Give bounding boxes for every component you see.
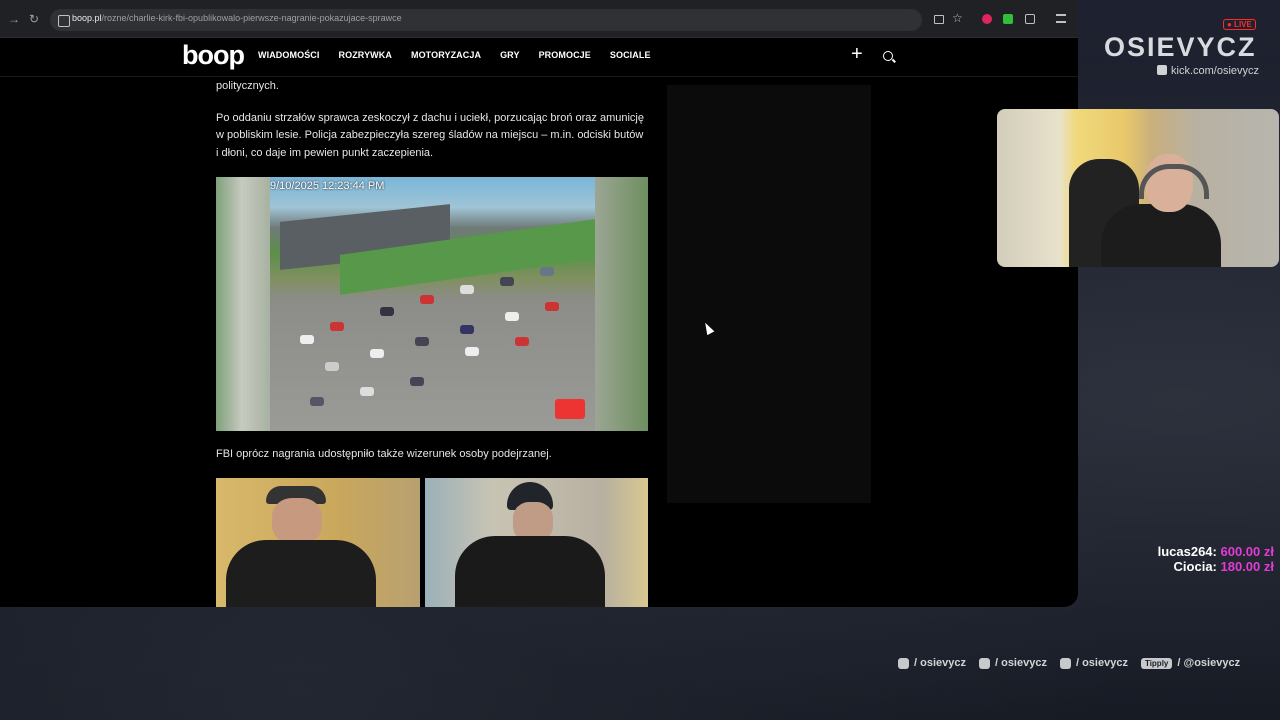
tipply-icon: Tipply	[1140, 657, 1173, 669]
main-menu: WIADOMOŚCI ROZRYWKA MOTORYZACJA GRY PROM…	[258, 50, 651, 60]
cctv-timestamp: 9/10/2025 12:23:44 PM	[270, 180, 385, 192]
car-shape	[460, 285, 474, 294]
kick-handle: kick.com/osievycz	[1157, 65, 1259, 77]
plus-icon[interactable]: +	[851, 43, 863, 66]
menu-item-promocje[interactable]: PROMOCJE	[539, 50, 591, 60]
car-shape	[505, 312, 519, 321]
car-shape	[380, 307, 394, 316]
car-shape	[465, 347, 479, 356]
face-shape	[272, 498, 322, 544]
install-app-icon[interactable]	[934, 15, 944, 24]
car-shape	[515, 337, 529, 346]
donation-entry: Ciocia: 180.00 zł	[1173, 559, 1274, 574]
menu-item-motoryzacja[interactable]: MOTORYZACJA	[411, 50, 481, 60]
menu-item-rozrywka[interactable]: ROZRYWKA	[339, 50, 392, 60]
social-instagram: / osievycz	[898, 657, 966, 669]
url-text[interactable]: boop.pl/rozne/charlie-kirk-fbi-opublikow…	[72, 13, 402, 23]
suspect-photo-left[interactable]	[216, 478, 420, 607]
webcam-feed	[997, 109, 1279, 267]
boop-logo[interactable]: boop	[182, 40, 245, 71]
browser-window: → ↻ boop.pl/rozne/charlie-kirk-fbi-opubl…	[0, 0, 1078, 607]
car-shape	[545, 302, 559, 311]
car-shape	[310, 397, 324, 406]
menu-item-sociale[interactable]: SOCIALE	[610, 50, 651, 60]
car-shape	[420, 295, 434, 304]
paragraph-suspect: FBI oprócz nagrania udostępniło także wi…	[216, 448, 552, 460]
instagram-icon	[898, 657, 909, 669]
streamer-brand: OSIEVYCZ	[1104, 32, 1257, 62]
extensions-puzzle-icon[interactable]	[1025, 14, 1035, 24]
sidebar-ad-slot	[667, 85, 871, 503]
car-shape	[460, 325, 474, 334]
article-body: politycznych. Po oddaniu strzałów sprawc…	[216, 76, 648, 162]
site-header: boop WIADOMOŚCI ROZRYWKA MOTORYZACJA GRY…	[0, 38, 1078, 77]
pickup-truck-shape	[555, 399, 585, 419]
menu-item-gry[interactable]: GRY	[500, 50, 519, 60]
youtube-icon	[1059, 657, 1071, 669]
paragraph-tail: politycznych.	[216, 80, 279, 92]
kick-icon	[1157, 65, 1167, 75]
cctv-video-frame[interactable]: 9/10/2025 12:23:44 PM	[216, 177, 648, 431]
car-shape	[325, 362, 339, 371]
car-shape	[540, 267, 554, 276]
reload-icon[interactable]: ↻	[29, 12, 39, 26]
tiktok-icon	[978, 657, 990, 669]
car-shape	[500, 277, 514, 286]
shirt-shape	[455, 536, 605, 607]
social-links: / osievycz / osievycz / osievycz Tipply /…	[898, 657, 1240, 669]
shirt-shape	[226, 540, 376, 607]
forward-icon[interactable]: →	[8, 12, 20, 26]
social-tiktok: / osievycz	[978, 657, 1047, 669]
browser-toolbar: → ↻ boop.pl/rozne/charlie-kirk-fbi-opubl…	[0, 0, 1078, 38]
live-badge: ● LIVE	[1223, 19, 1256, 30]
car-shape	[410, 377, 424, 386]
address-bar[interactable]: boop.pl/rozne/charlie-kirk-fbi-opublikow…	[50, 9, 963, 31]
car-shape	[415, 337, 429, 346]
search-icon[interactable]	[883, 51, 893, 61]
car-shape	[300, 335, 314, 344]
streamer-body-shape	[1101, 204, 1221, 267]
social-tipply: Tipply / @osievycz	[1140, 657, 1240, 669]
site-info-icon[interactable]	[58, 15, 70, 27]
car-shape	[360, 387, 374, 396]
extension-red-icon[interactable]	[982, 14, 992, 24]
reading-list-icon[interactable]	[1056, 14, 1066, 23]
car-shape	[330, 322, 344, 331]
car-shape	[370, 349, 384, 358]
social-youtube: / osievycz	[1059, 657, 1128, 669]
menu-item-wiadomosci[interactable]: WIADOMOŚCI	[258, 50, 320, 60]
donation-entry: lucas264: 600.00 zł	[1157, 544, 1274, 559]
extension-green-icon[interactable]	[1003, 14, 1013, 24]
suspect-photo-right[interactable]	[425, 478, 648, 607]
bookmark-star-icon[interactable]: ☆	[952, 11, 963, 25]
paragraph-escape: Po oddaniu strzałów sprawca zeskoczył z …	[216, 111, 644, 159]
cctv-footage: 9/10/2025 12:23:44 PM	[270, 177, 595, 431]
